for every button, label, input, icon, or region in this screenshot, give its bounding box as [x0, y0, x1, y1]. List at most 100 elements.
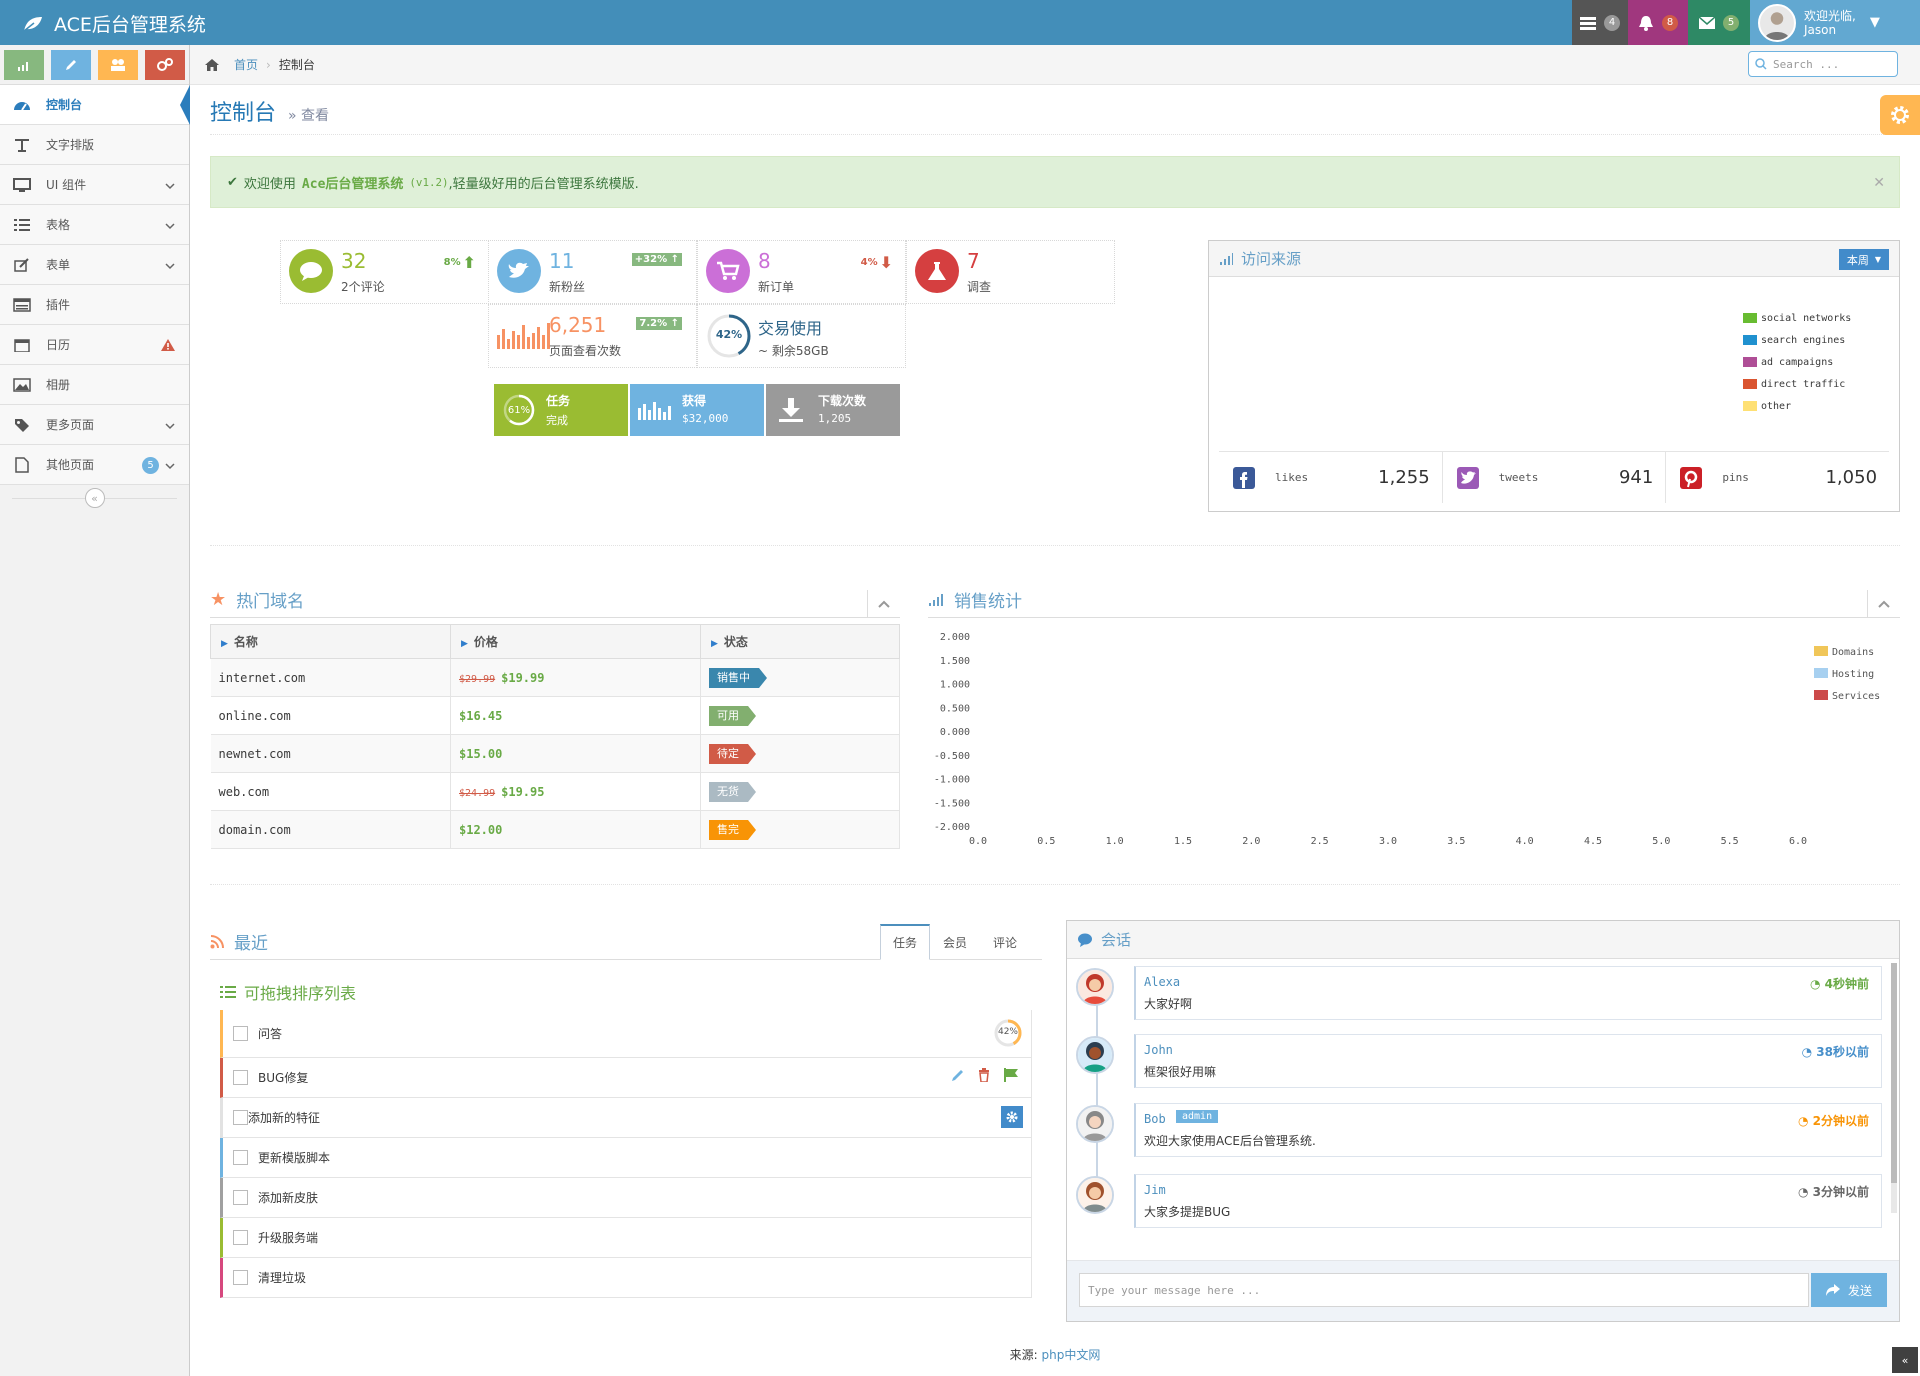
dialog-author-link[interactable]: Alexa [1144, 975, 1180, 989]
tab-tasks[interactable]: 任务 [880, 924, 931, 960]
task-item[interactable]: 问答 42% [220, 1010, 1032, 1058]
sidebar-collapse-toggle[interactable]: « [0, 485, 189, 511]
shortcut-edit-button[interactable] [51, 49, 91, 80]
task-checkbox[interactable] [233, 1230, 248, 1245]
scroll-top-button[interactable]: « [1892, 1347, 1918, 1373]
pinterest-icon[interactable] [1680, 466, 1703, 489]
x-tick-label: 4.0 [1516, 836, 1534, 847]
task-checkbox[interactable] [233, 1270, 248, 1285]
y-tick-label: 1.000 [940, 680, 970, 691]
settings-icon-button[interactable] [1001, 1106, 1023, 1128]
home-icon[interactable] [204, 58, 220, 72]
task-checkbox[interactable] [233, 1026, 248, 1041]
sidebar-item-other-pages[interactable]: 其他页面 5 [0, 445, 189, 485]
messages-menu[interactable]: 5 [1688, 0, 1750, 45]
scrollbar[interactable] [1891, 963, 1897, 1213]
tab-comments[interactable]: 评论 [980, 924, 1030, 960]
task-checkbox[interactable] [233, 1150, 248, 1165]
column-header-name[interactable]: ▶ 名称 [210, 624, 451, 659]
status-badge: 无货 [709, 781, 756, 802]
dialog-author-link[interactable]: Jim [1144, 1183, 1166, 1197]
notifications-menu[interactable]: 8 [1628, 0, 1688, 45]
domain-price-cell: $29.99 $19.99 [450, 658, 701, 697]
sidebar-item-gallery[interactable]: 相册 [0, 365, 189, 405]
sidebar-item-calendar[interactable]: 日历 [0, 325, 189, 365]
shortcut-chart-button[interactable] [4, 49, 44, 80]
search-box[interactable]: Search ... [1748, 51, 1898, 77]
sidebar-item-label: 相册 [46, 378, 71, 392]
brand[interactable]: ACE后台管理系统 [22, 10, 206, 37]
sidebar-item-tables[interactable]: 表格 [0, 205, 189, 245]
tasks-menu[interactable]: 4 [1572, 0, 1628, 45]
sidebar-item-label: 插件 [46, 298, 71, 312]
close-icon[interactable]: ✕ [1873, 175, 1885, 191]
infobox-surveys: 7 调查 [906, 240, 1115, 304]
column-header-price[interactable]: ▶ 价格 [450, 624, 701, 659]
infobox-badge: +32% ↑ [631, 253, 682, 266]
conversation-input-bar: Type your message here ... 发送 [1067, 1260, 1899, 1321]
task-checkbox[interactable] [233, 1070, 248, 1085]
task-item[interactable]: 更新模版脚本 [220, 1138, 1032, 1178]
stat-box-sub: $32,000 [682, 412, 729, 425]
domain-status-cell: 无货 [700, 772, 900, 811]
task-item[interactable]: 添加新皮肤 [220, 1178, 1032, 1218]
sidebar-item-forms[interactable]: 表单 [0, 245, 189, 285]
dialog-author-link[interactable]: Bob [1144, 1112, 1166, 1126]
page-title: 控制台 [210, 101, 277, 126]
likes-stat: likes 1,255 [1219, 452, 1443, 503]
twitter-icon[interactable] [1456, 466, 1479, 489]
legend-item: Domains [1814, 646, 1874, 658]
sortable-list-title: 可拖拽排序列表 [220, 980, 356, 1004]
search-input[interactable]: Search ... [1773, 58, 1839, 71]
task-item[interactable]: 清理垃圾 [220, 1258, 1032, 1298]
column-header-status[interactable]: ▶ 状态 [700, 624, 900, 659]
comments-icon [289, 249, 333, 293]
dialog-author-link[interactable]: John [1144, 1043, 1173, 1057]
message-input[interactable]: Type your message here ... [1079, 1273, 1809, 1307]
tab-members[interactable]: 会员 [930, 924, 980, 960]
shortcut-settings-button[interactable] [145, 49, 185, 80]
infobox-stat: 8% ⬆ [443, 253, 476, 272]
widget-header: 会话 [1067, 921, 1899, 959]
facebook-icon[interactable] [1233, 466, 1255, 489]
period-dropdown[interactable]: 本周 ▼ [1838, 249, 1889, 270]
widget-title: 销售统计 [954, 592, 1022, 612]
settings-toggle-button[interactable] [1880, 95, 1920, 135]
task-item[interactable]: 添加新的特征 [220, 1098, 1032, 1138]
sidebar-item-more-pages[interactable]: 更多页面 [0, 405, 189, 445]
flag-icon[interactable] [1003, 1068, 1019, 1082]
sidebar-item-widgets[interactable]: 插件 [0, 285, 189, 325]
chevron-up-icon[interactable] [1867, 590, 1890, 618]
sidebar-item-typography[interactable]: 文字排版 [0, 125, 189, 165]
domain-status-cell: 销售中 [700, 658, 900, 697]
chevron-up-icon[interactable] [867, 590, 890, 618]
pencil-icon[interactable] [951, 1068, 965, 1082]
domain-status-cell: 售完 [700, 810, 900, 849]
shortcut-users-button[interactable] [98, 49, 138, 80]
sidebar-item-ui[interactable]: UI 组件 [0, 165, 189, 205]
sidebar-item-dashboard[interactable]: 控制台 [0, 85, 189, 125]
stat-box-earnings: 获得 $32,000 [630, 384, 764, 436]
gear-icon [1006, 1111, 1018, 1123]
infobox-label: ~ 剩余58GB [758, 344, 829, 358]
alert-version: (v1.2) [409, 175, 449, 189]
y-tick-label: 2.000 [940, 632, 970, 643]
send-button[interactable]: 发送 [1811, 1273, 1887, 1307]
task-label: 问答 [258, 1027, 283, 1041]
footer-link[interactable]: php中文网 [1042, 1348, 1101, 1362]
task-label: 升级服务端 [258, 1231, 319, 1245]
breadcrumb-home-link[interactable]: 首页 [234, 56, 258, 73]
section-divider [210, 545, 1900, 546]
domain-price-cell: $24.99 $19.95 [450, 772, 701, 811]
task-item[interactable]: 升级服务端 [220, 1218, 1032, 1258]
warning-icon [161, 339, 175, 354]
price: $12.00 [459, 822, 503, 837]
task-checkbox[interactable] [233, 1190, 248, 1205]
user-menu[interactable]: 欢迎光临, Jason ▼ [1750, 0, 1920, 45]
task-item[interactable]: BUG修复 [220, 1058, 1032, 1098]
clock-icon: ◔ [1797, 1185, 1809, 1199]
chevron-down-icon [165, 419, 175, 433]
task-checkbox[interactable] [233, 1110, 248, 1125]
stat-box-title: 下载次数 [818, 394, 867, 408]
trash-icon[interactable] [977, 1068, 991, 1082]
